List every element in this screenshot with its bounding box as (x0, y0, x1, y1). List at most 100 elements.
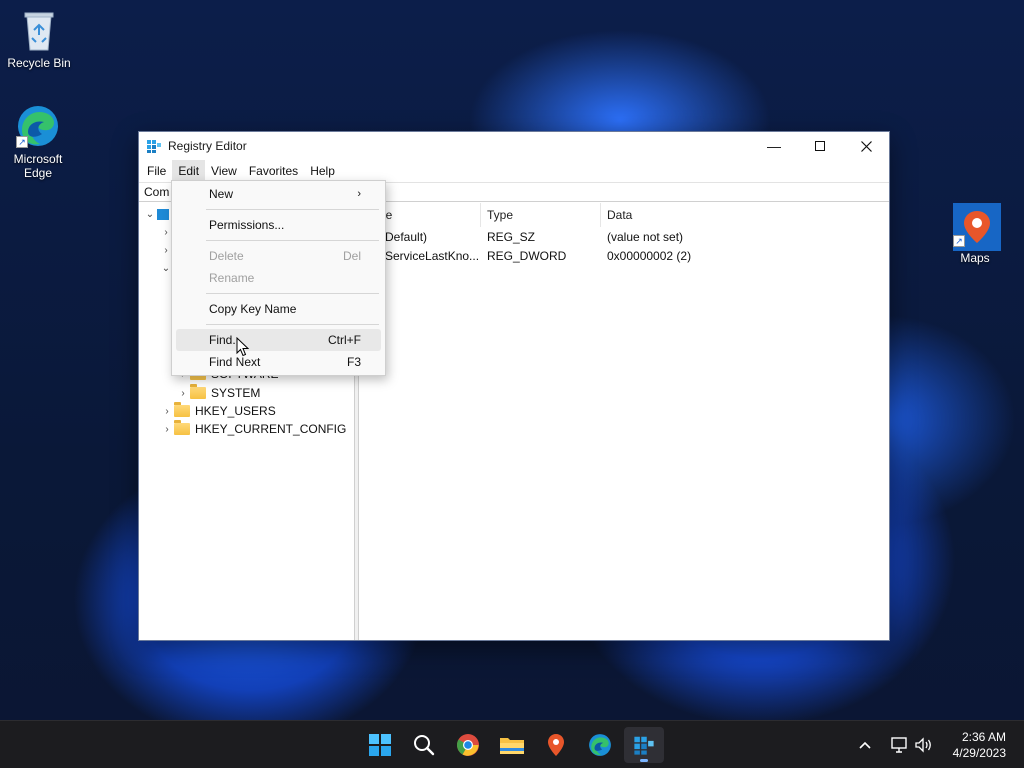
desktop-icon-label: Recycle Bin (7, 56, 71, 70)
table-row[interactable]: ServiceLastKno... REG_DWORD 0x00000002 (… (359, 247, 889, 266)
close-icon (860, 140, 872, 152)
value-data: (value not set) (607, 230, 684, 244)
edge-icon: ↗ (16, 104, 60, 148)
menu-help[interactable]: Help (304, 160, 341, 182)
desktop-icon-maps[interactable]: ↗ Maps (937, 203, 1013, 265)
file-explorer-taskbar-button[interactable] (492, 727, 532, 763)
tree-label: SYSTEM (211, 386, 261, 400)
menu-item-new[interactable]: New › (176, 183, 381, 205)
menu-item-shortcut: Del (342, 249, 361, 263)
window-title: Registry Editor (168, 139, 247, 153)
start-icon (369, 734, 391, 756)
chrome-icon (457, 734, 479, 756)
menu-separator (206, 293, 379, 294)
menu-item-label: New (209, 187, 234, 201)
menu-item-shortcut: F3 (346, 355, 361, 369)
registry-editor-icon (634, 736, 654, 755)
shortcut-arrow-icon: ↗ (16, 136, 28, 148)
tree-label: HKEY_USERS (195, 404, 276, 418)
maximize-button[interactable] (797, 132, 843, 160)
maps-icon (548, 734, 564, 756)
menu-item-copy-key-name[interactable]: Copy Key Name (176, 298, 381, 320)
maps-icon: ↗ (953, 203, 1001, 251)
chevron-down-icon: ⌄ (145, 208, 155, 220)
clock-time: 2:36 AM (961, 730, 1006, 744)
search-button[interactable] (404, 727, 444, 763)
menu-item-shortcut: Ctrl+F (328, 333, 361, 347)
chevron-right-icon: › (165, 423, 169, 435)
minimize-button[interactable]: — (751, 132, 797, 160)
menu-item-rename: Rename (176, 267, 381, 289)
menu-separator (206, 240, 379, 241)
menu-item-label: Find Next (209, 355, 261, 369)
menu-favorites[interactable]: Favorites (243, 160, 304, 182)
active-app-indicator (640, 759, 648, 762)
folder-icon (174, 420, 190, 435)
registry-editor-icon (146, 138, 162, 154)
computer-icon (157, 208, 169, 220)
menu-item-label: Rename (209, 271, 255, 285)
chevron-up-icon (859, 741, 871, 749)
tree-row-hkey-current-config[interactable]: › HKEY_CURRENT_CONFIG (160, 420, 346, 438)
desktop-icon-label: Maps (960, 251, 990, 265)
column-header-type[interactable]: Type (481, 203, 601, 227)
menu-view[interactable]: View (205, 160, 243, 182)
menu-item-label: Copy Key Name (209, 302, 297, 316)
menu-bar: File Edit View Favorites Help (139, 160, 889, 182)
menu-separator (206, 209, 379, 210)
menu-separator (206, 324, 379, 325)
folder-icon (174, 402, 190, 417)
tree-row-computer[interactable]: ⌄ (143, 205, 169, 223)
desktop-icon-edge[interactable]: ↗ Microsoft Edge (0, 104, 76, 180)
menu-item-find[interactable]: Find... Ctrl+F (176, 329, 381, 351)
table-row[interactable]: Default) REG_SZ (value not set) (359, 228, 889, 247)
edge-taskbar-button[interactable] (580, 727, 620, 763)
tree-label: HKEY_CURRENT_CONFIG (195, 422, 347, 436)
chevron-right-icon: › (357, 188, 361, 200)
network-icon (891, 737, 907, 753)
values-list-pane[interactable]: ne Type Data Default) REG_SZ (value not … (359, 203, 889, 640)
chevron-right-icon: › (181, 387, 185, 399)
value-type: REG_SZ (487, 230, 536, 244)
network-button[interactable] (890, 721, 910, 768)
folder-icon (190, 384, 206, 399)
column-header-data[interactable]: Data (601, 203, 801, 227)
menu-file[interactable]: File (141, 160, 172, 182)
clock[interactable]: 2:36 AM 4/29/2023 (953, 729, 1006, 761)
volume-button[interactable] (914, 721, 934, 768)
minimize-icon: — (767, 138, 781, 154)
maps-taskbar-button[interactable] (536, 727, 576, 763)
edge-icon (589, 734, 611, 756)
desktop-icon-recycle-bin[interactable]: Recycle Bin (1, 8, 77, 70)
menu-item-find-next[interactable]: Find Next F3 (176, 351, 381, 373)
desktop-icon-label: Microsoft Edge (13, 152, 63, 180)
maximize-icon (815, 141, 825, 151)
registry-editor-taskbar-button[interactable] (624, 727, 664, 763)
edit-menu-dropdown: New › Permissions... Delete Del Rename C… (171, 180, 386, 376)
chevron-right-icon: › (165, 405, 169, 417)
start-button[interactable] (360, 727, 400, 763)
list-header: ne Type Data (359, 203, 889, 227)
tree-row-hkey-users[interactable]: › HKEY_USERS (160, 402, 276, 420)
show-hidden-icons-button[interactable] (858, 721, 872, 768)
menu-item-label: Permissions... (209, 218, 285, 232)
chrome-taskbar-button[interactable] (448, 727, 488, 763)
shortcut-arrow-icon: ↗ (953, 235, 965, 247)
menu-item-label: Delete (209, 249, 244, 263)
tree-row-system[interactable]: › SYSTEM (176, 384, 260, 402)
address-text: Com (144, 185, 170, 199)
search-icon (414, 735, 435, 756)
recycle-bin-icon (17, 8, 61, 52)
menu-edit[interactable]: Edit (172, 160, 206, 182)
value-type: REG_DWORD (487, 249, 567, 263)
file-explorer-icon (500, 738, 524, 754)
menu-item-permissions[interactable]: Permissions... (176, 214, 381, 236)
taskbar: 2:36 AM 4/29/2023 (0, 720, 1024, 768)
close-button[interactable] (843, 132, 889, 160)
title-bar[interactable]: Registry Editor — (139, 132, 889, 160)
clock-date: 4/29/2023 (952, 746, 1006, 760)
volume-icon (915, 737, 931, 753)
mouse-cursor-icon (236, 337, 250, 357)
value-data: 0x00000002 (2) (607, 249, 692, 263)
menu-item-delete: Delete Del (176, 245, 381, 267)
